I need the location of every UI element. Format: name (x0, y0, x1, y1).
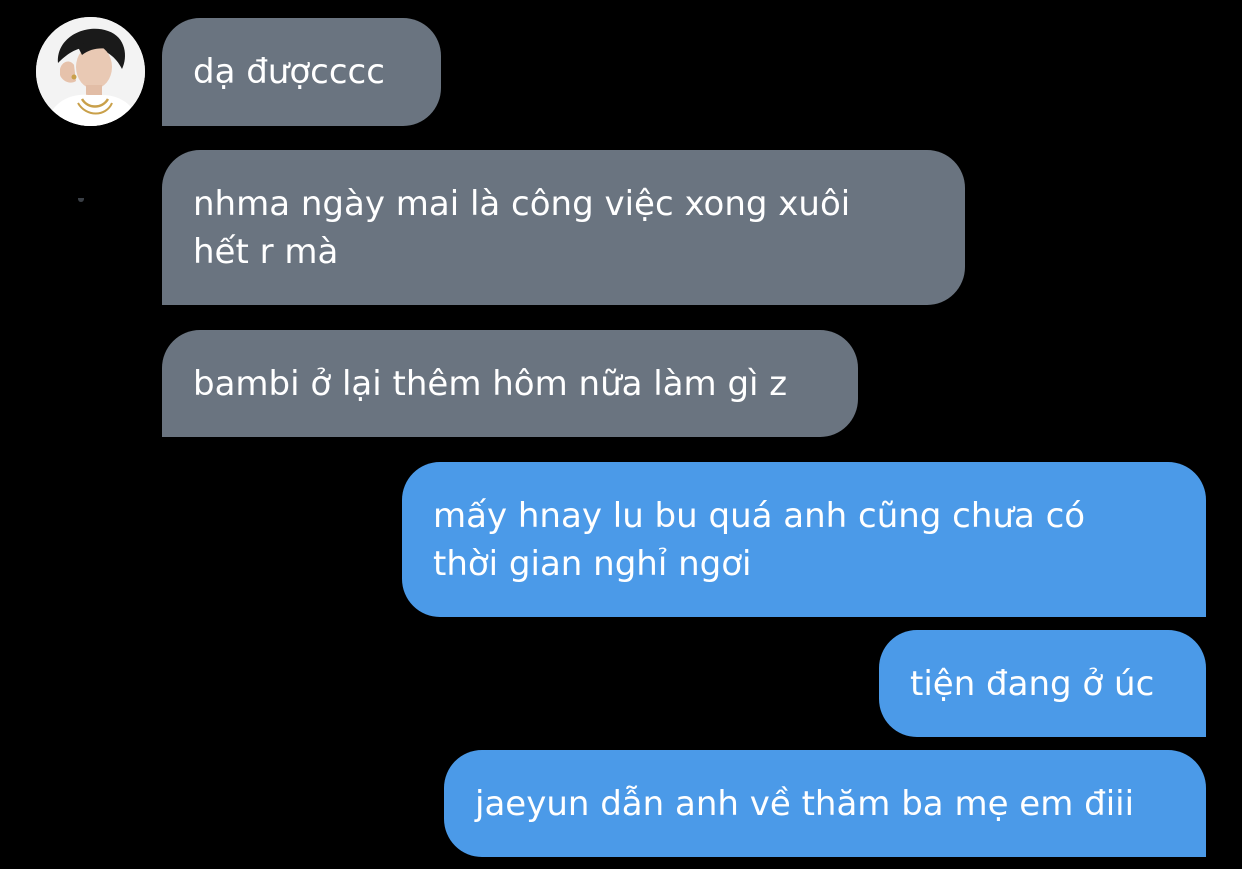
incoming-message-2[interactable]: nhma ngày mai là công việc xong xuôi hết… (162, 150, 965, 305)
incoming-message-3[interactable]: bambi ở lại thêm hôm nữa làm gì z (162, 330, 858, 437)
incoming-message-1[interactable]: dạ đượcccc (162, 18, 441, 126)
contact-avatar[interactable] (36, 17, 145, 126)
outgoing-message-1[interactable]: mấy hnay lu bu quá anh cũng chưa có thời… (402, 462, 1206, 617)
avatar-icon (36, 17, 145, 126)
typing-indicator-mark (78, 198, 84, 202)
outgoing-message-3[interactable]: jaeyun dẫn anh về thăm ba mẹ em điii (444, 750, 1206, 857)
outgoing-message-2[interactable]: tiện đang ở úc (879, 630, 1206, 737)
